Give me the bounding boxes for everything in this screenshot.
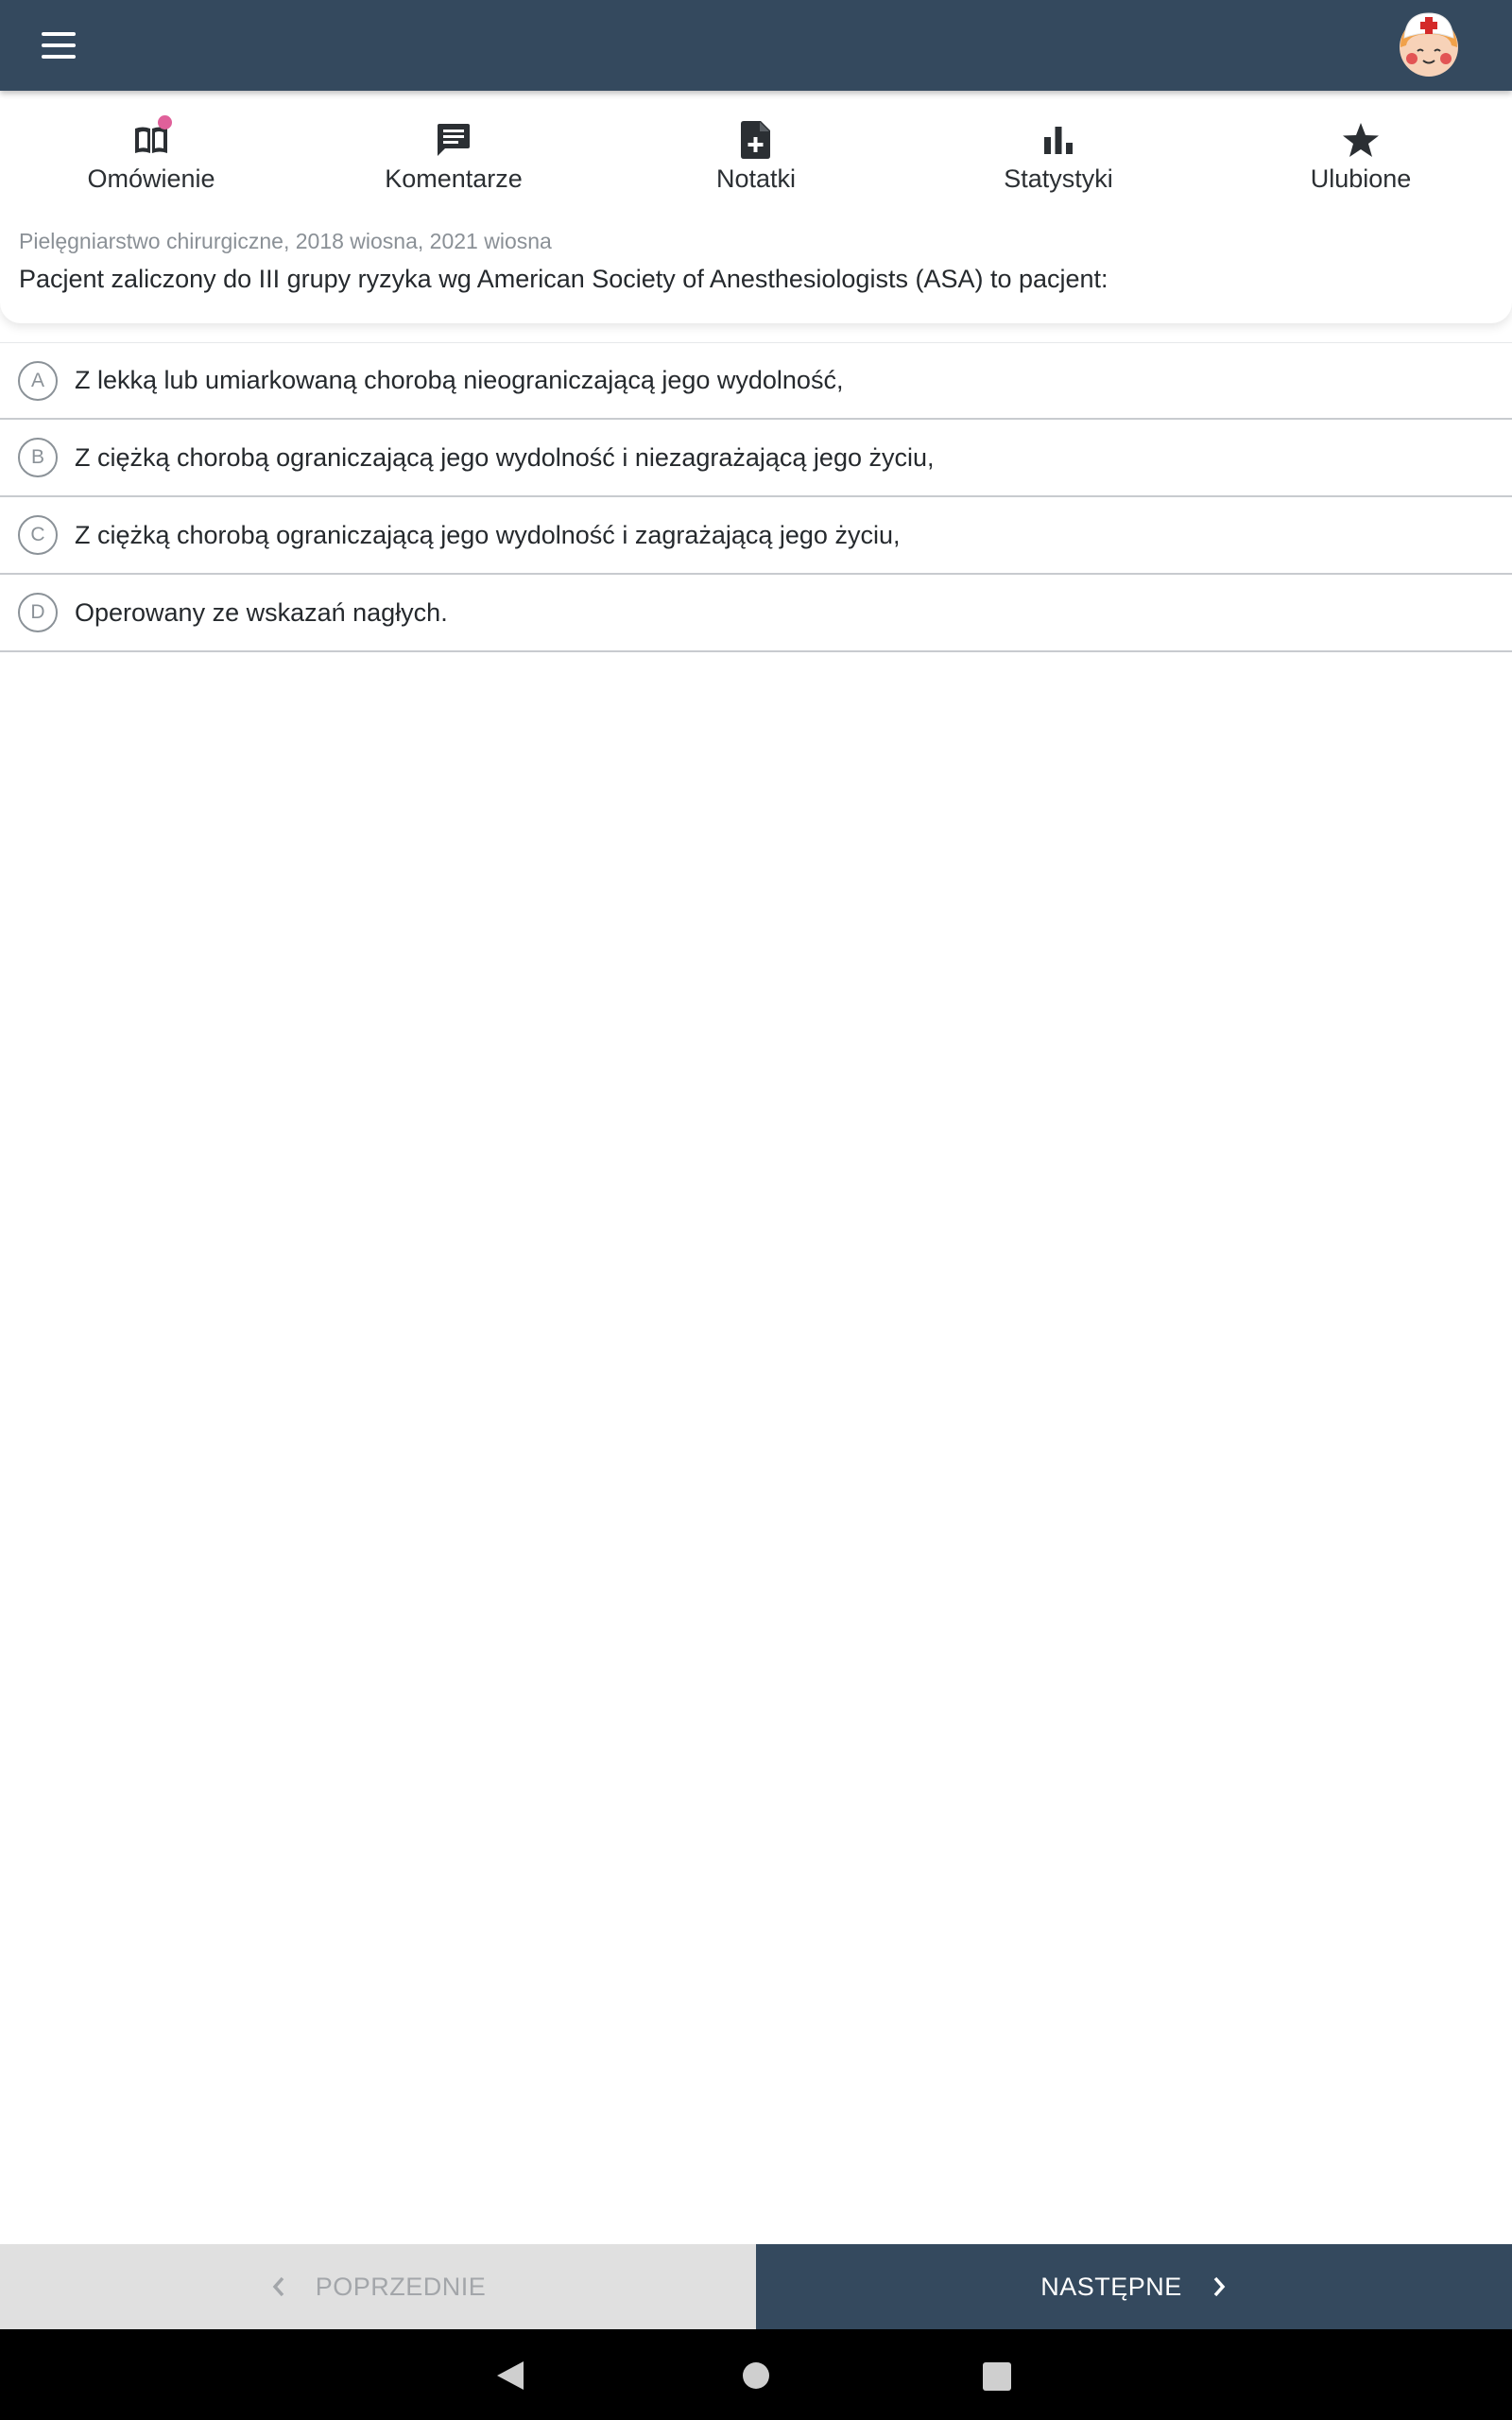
answer-option-b[interactable]: B Z ciężką chorobą ograniczającą jego wy… (0, 420, 1512, 497)
tab-label: Ulubione (1310, 164, 1412, 193)
menu-icon[interactable] (42, 26, 94, 64)
question-text: Pacjent zaliczony do III grupy ryzyka wg… (19, 265, 1108, 293)
chevron-left-icon (272, 2276, 284, 2297)
answer-option-d[interactable]: D Operowany ze wskazań nagłych. (0, 575, 1512, 652)
answer-option-a[interactable]: A Z lekką lub umiarkowaną chorobą nieogr… (0, 342, 1512, 420)
tab-notatki[interactable]: Notatki (605, 91, 907, 202)
comment-icon (435, 121, 472, 159)
tab-ulubione[interactable]: Ulubione (1210, 91, 1512, 202)
tab-label: Statystyki (1004, 164, 1113, 193)
previous-label: POPRZEDNIE (315, 2272, 487, 2301)
answer-text: Z ciężką chorobą ograniczającą jego wydo… (75, 520, 901, 549)
tab-label: Omówienie (87, 164, 215, 193)
answer-list: A Z lekką lub umiarkowaną chorobą nieogr… (0, 342, 1512, 652)
top-app-bar (0, 0, 1512, 91)
question-card: Omówienie Komentarze Notatki Statystyki … (0, 91, 1512, 323)
answer-option-c[interactable]: C Z ciężką chorobą ograniczającą jego wy… (0, 497, 1512, 575)
back-icon[interactable] (495, 2360, 525, 2392)
chevron-right-icon (1213, 2276, 1226, 2297)
book-icon (132, 115, 172, 159)
bar-chart-icon (1040, 121, 1077, 159)
tab-komentarze[interactable]: Komentarze (302, 91, 605, 202)
next-label: NASTĘPNE (1040, 2272, 1182, 2301)
tab-omowienie[interactable]: Omówienie (0, 91, 302, 202)
notification-dot (158, 115, 172, 130)
next-button[interactable]: NASTĘPNE (756, 2244, 1512, 2329)
answer-letter: C (18, 515, 58, 555)
app-screen: Omówienie Komentarze Notatki Statystyki … (0, 0, 1512, 2420)
tab-statystyki[interactable]: Statystyki (907, 91, 1210, 202)
nurse-avatar-icon[interactable] (1395, 9, 1463, 78)
note-add-icon (737, 121, 775, 159)
answer-text: Z lekką lub umiarkowaną chorobą nieogran… (75, 366, 844, 394)
answer-letter: A (18, 360, 58, 401)
previous-button[interactable]: POPRZEDNIE (0, 2244, 756, 2329)
action-tabs: Omówienie Komentarze Notatki Statystyki … (0, 91, 1512, 202)
home-icon[interactable] (742, 2361, 770, 2390)
tab-label: Notatki (715, 164, 797, 193)
answer-text: Operowany ze wskazań nagłych. (75, 597, 448, 627)
tab-label: Komentarze (385, 164, 523, 193)
answer-letter: D (18, 593, 58, 632)
answer-letter: B (18, 438, 58, 477)
star-icon (1342, 121, 1380, 159)
question-category: Pielęgniarstwo chirurgiczne, 2018 wiosna… (19, 229, 552, 253)
system-navigation-bar (0, 2329, 1512, 2420)
answer-text: Z ciężką chorobą ograniczającą jego wydo… (75, 442, 935, 472)
recents-icon[interactable] (983, 2362, 1011, 2391)
